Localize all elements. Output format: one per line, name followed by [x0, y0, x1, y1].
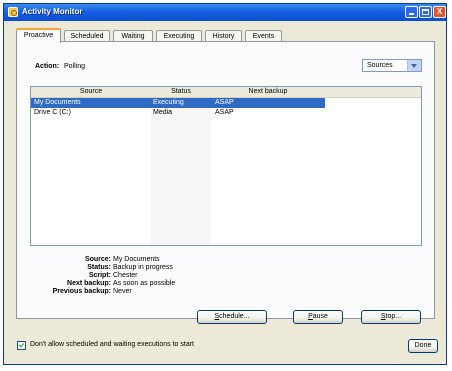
tab-label: Executing	[163, 33, 195, 40]
detail-value-script: Chester	[113, 272, 138, 279]
maximize-button[interactable]	[419, 6, 432, 18]
list-header: Source Status Next backup	[31, 87, 421, 98]
cell-status: Media	[153, 109, 173, 116]
window-title: Activity Monitor	[22, 7, 83, 16]
activity-monitor-window: Activity Monitor X Proactive Scheduled W…	[3, 3, 447, 365]
sources-dropdown-value: Sources	[367, 62, 393, 69]
cell-source: My Documents	[34, 99, 81, 106]
detail-value-status: Backup in progress	[113, 264, 173, 271]
tab-label: Waiting	[121, 33, 145, 40]
detail-value-source: My Documents	[113, 256, 160, 263]
column-header-status[interactable]: Status	[151, 88, 211, 95]
close-icon: X	[436, 7, 443, 16]
table-row[interactable]: My Documents Executing ASAP	[31, 98, 325, 108]
tab-label: Scheduled	[70, 33, 104, 40]
chevron-down-icon[interactable]	[407, 60, 421, 71]
detail-value-previous-backup: Never	[113, 288, 132, 295]
close-button[interactable]: X	[433, 6, 446, 18]
schedule-button[interactable]: Schedule...	[197, 310, 267, 324]
detail-label-status: Status:	[87, 264, 111, 271]
detail-value-next-backup: As soon as possible	[113, 280, 176, 287]
sources-dropdown[interactable]: Sources	[362, 59, 422, 72]
stop-label: top...	[385, 313, 402, 320]
dont-allow-executions-checkbox[interactable]	[17, 341, 26, 350]
cell-next-backup: ASAP	[215, 109, 234, 116]
cell-status: Executing	[153, 99, 184, 106]
action-value: Polling	[64, 63, 86, 70]
tab-label: History	[212, 33, 235, 40]
column-header-next-backup[interactable]: Next backup	[211, 88, 325, 95]
cell-next-backup: ASAP	[215, 99, 234, 106]
title-bar[interactable]: Activity Monitor X	[4, 4, 446, 21]
proactive-panel: Action: Polling Sources Source Status Ne…	[16, 41, 435, 324]
done-label: Done	[414, 342, 432, 349]
cell-source: Drive C (C:)	[34, 109, 71, 116]
minimize-icon	[409, 13, 414, 15]
action-label: Action:	[35, 63, 60, 70]
done-button[interactable]: Done	[408, 339, 438, 353]
detail-label-source: Source:	[84, 256, 111, 263]
tab-label: Proactive	[23, 32, 54, 39]
tab-label: Events	[252, 33, 275, 40]
column-header-source[interactable]: Source	[31, 88, 151, 95]
pause-button[interactable]: Pause	[293, 310, 343, 324]
detail-label-next-backup: Next backup:	[67, 280, 111, 287]
schedule-label: chedule...	[219, 313, 250, 320]
tab-proactive[interactable]: Proactive	[16, 28, 61, 43]
detail-label-previous-backup: Previous backup:	[52, 288, 111, 295]
app-icon	[8, 7, 18, 17]
pause-label: ause	[312, 313, 328, 320]
detail-label-script: Script:	[88, 272, 111, 279]
stop-button[interactable]: Stop...	[361, 310, 421, 324]
sources-list[interactable]: Source Status Next backup My Documents E…	[30, 86, 422, 246]
maximize-icon	[422, 9, 429, 15]
dont-allow-executions-label[interactable]: Don't allow scheduled and waiting execut…	[30, 341, 194, 348]
status-column-shading	[151, 97, 211, 245]
minimize-button[interactable]	[405, 6, 418, 18]
table-row[interactable]: Drive C (C:) Media ASAP	[31, 108, 421, 118]
